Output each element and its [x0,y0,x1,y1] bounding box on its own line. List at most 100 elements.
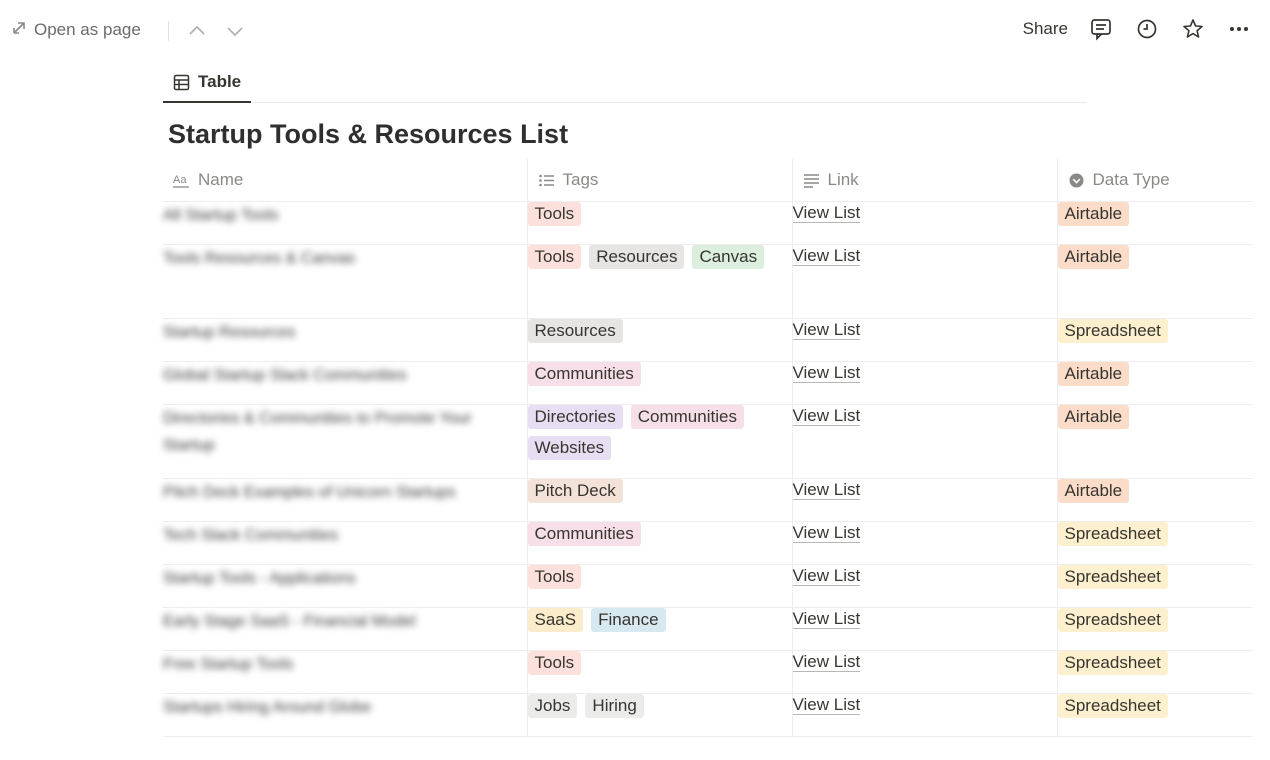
column-header-label: Tags [562,170,599,189]
link-cell: View List [791,318,1057,362]
name-cell[interactable]: Global Startup Slack Communities [163,361,527,405]
row-name[interactable]: Tech Slack Communities [163,522,503,549]
row-name[interactable]: Startup Tools - Applications [163,565,503,592]
data-type-cell[interactable]: Spreadsheet [1056,521,1253,565]
open-as-page-button[interactable]: Open as page [12,20,141,40]
tag-chip: Communities [527,522,641,546]
data-type-chip: Airtable [1057,362,1130,386]
link-cell: View List [791,201,1057,245]
table-icon [173,74,190,90]
data-type-cell[interactable]: Spreadsheet [1056,650,1253,694]
column-header-data-type[interactable]: Data Type [1056,159,1253,202]
tags-cell[interactable]: Tools Resources Canvas [526,244,792,319]
header-row: Aa Name Tags Link Data Type [163,159,1253,202]
link-cell: View List [791,693,1057,737]
tags-cell[interactable]: Tools [526,650,792,694]
column-header-link[interactable]: Link [791,159,1057,202]
row-name[interactable]: Startup Resources [163,319,503,346]
name-cell[interactable]: Startups Hiring Around Globe [163,693,527,737]
data-type-cell[interactable]: Airtable [1056,478,1253,522]
data-type-cell[interactable]: Spreadsheet [1056,607,1253,651]
tags-cell[interactable]: Tools [526,564,792,608]
updates-button[interactable] [1134,16,1160,42]
row-name[interactable]: Directories & Communities to Promote You… [163,405,503,459]
divider [168,21,169,41]
view-list-link[interactable]: View List [792,652,861,672]
row-name[interactable]: Startups Hiring Around Globe [163,694,503,721]
tags-cell[interactable]: Tools [526,201,792,245]
share-button[interactable]: Share [1023,19,1068,39]
view-list-link[interactable]: View List [792,609,861,629]
row-name[interactable]: Pitch Deck Examples of Unicorn Startups [163,479,503,506]
table-row[interactable]: Early Stage SaaS - Financial Model SaaS Fi… [163,607,1253,651]
data-type-cell[interactable]: Airtable [1056,201,1253,245]
row-name[interactable]: Free Startup Tools [163,651,503,678]
tags-cell[interactable]: Pitch Deck [526,478,792,522]
data-type-cell[interactable]: Airtable [1056,404,1253,479]
row-name[interactable]: Tools Resources & Canvas [163,245,503,272]
next-page-button[interactable] [224,20,246,42]
tags-cell[interactable]: Resources [526,318,792,362]
table-row[interactable]: All Startup Tools Tools View List Airtable [163,201,1253,245]
view-list-link[interactable]: View List [792,406,861,426]
data-type-cell[interactable]: Airtable [1056,244,1253,319]
table-row[interactable]: Directories & Communities to Promote You… [163,404,1253,479]
table-row[interactable]: Free Startup Tools Tools View List Spreadsh… [163,650,1253,694]
link-cell: View List [791,478,1057,522]
view-list-link[interactable]: View List [792,566,861,586]
table-row[interactable]: Startup Resources Resources View List Sprea… [163,318,1253,362]
link-cell: View List [791,607,1057,651]
comments-button[interactable] [1088,16,1114,42]
multi-select-icon [538,174,554,186]
view-list-link[interactable]: View List [792,523,861,543]
previous-page-button[interactable] [186,20,208,42]
tags-cell[interactable]: Communities [526,361,792,405]
view-list-link[interactable]: View List [792,246,861,266]
data-type-cell[interactable]: Spreadsheet [1056,318,1253,362]
row-name[interactable]: All Startup Tools [163,202,503,229]
table-row[interactable]: Global Startup Slack Communities Communit… [163,361,1253,405]
row-name[interactable]: Early Stage SaaS - Financial Model [163,608,503,635]
table-row[interactable]: Startups Hiring Around Globe Jobs Hiring Vi… [163,693,1253,737]
view-list-link[interactable]: View List [792,363,861,383]
data-type-chip: Spreadsheet [1057,319,1168,343]
tab-table[interactable]: Table [163,62,252,103]
tags-cell[interactable]: Jobs Hiring [526,693,792,737]
link-cell: View List [791,564,1057,608]
data-type-chip: Airtable [1057,245,1130,269]
data-type-chip: Spreadsheet [1057,522,1168,546]
data-type-cell[interactable]: Spreadsheet [1056,564,1253,608]
view-list-link[interactable]: View List [792,320,861,340]
view-list-link[interactable]: View List [792,203,861,223]
name-cell[interactable]: Startup Resources [163,318,527,362]
view-list-link[interactable]: View List [792,695,861,715]
favorite-button[interactable] [1180,16,1206,42]
name-cell[interactable]: All Startup Tools [163,201,527,245]
column-header-name[interactable]: Aa Name [163,159,527,202]
name-cell[interactable]: Early Stage SaaS - Financial Model [163,607,527,651]
data-type-cell[interactable]: Spreadsheet [1056,693,1253,737]
tags-cell[interactable]: SaaS Finance [526,607,792,651]
column-header-tags[interactable]: Tags [526,159,792,202]
name-cell[interactable]: Startup Tools - Applications [163,564,527,608]
name-cell[interactable]: Tools Resources & Canvas [163,244,527,319]
data-type-cell[interactable]: Airtable [1056,361,1253,405]
tag-chip: Tools [527,651,582,675]
row-name[interactable]: Global Startup Slack Communities [163,362,503,389]
table-row[interactable]: Startup Tools - Applications Tools View Li… [163,564,1253,608]
table-row[interactable]: Pitch Deck Examples of Unicorn Startups P… [163,478,1253,522]
tags-cell[interactable]: Directories Communities Websites [526,404,792,479]
table-row[interactable]: Tools Resources & Canvas Tools Resources Ca… [163,244,1253,319]
name-cell[interactable]: Tech Slack Communities [163,521,527,565]
svg-text:Aa: Aa [173,174,187,186]
name-cell[interactable]: Pitch Deck Examples of Unicorn Startups [163,478,527,522]
name-cell[interactable]: Free Startup Tools [163,650,527,694]
tags-cell[interactable]: Communities [526,521,792,565]
tag-chip: Tools [527,202,582,226]
column-header-label: Name [198,170,244,189]
name-cell[interactable]: Directories & Communities to Promote You… [163,404,527,479]
table-row[interactable]: Tech Slack Communities Communities View Li… [163,521,1253,565]
more-options-button[interactable] [1226,16,1252,42]
view-list-link[interactable]: View List [792,480,861,500]
select-icon [1069,173,1083,187]
